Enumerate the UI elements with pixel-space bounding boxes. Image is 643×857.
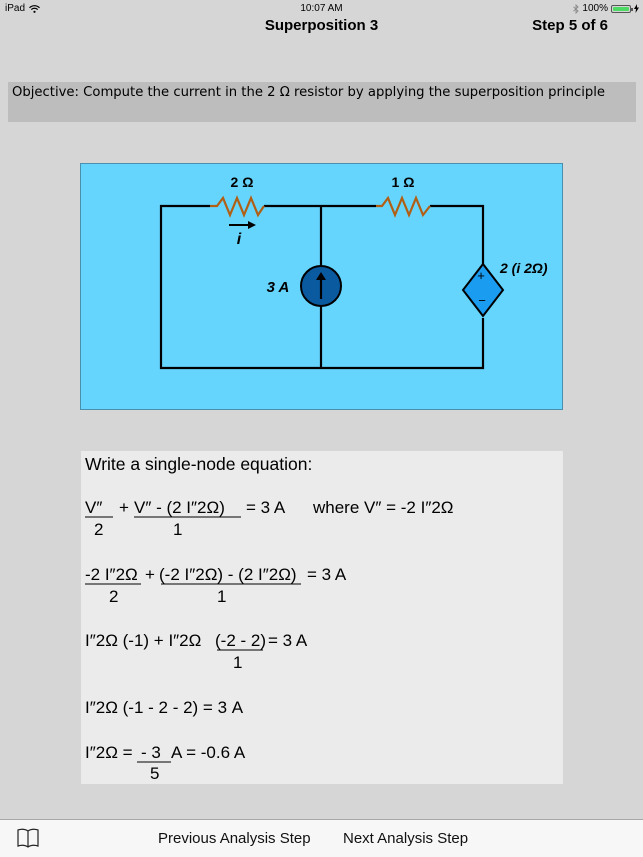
status-bar: iPad 10:07 AM 100% [0,0,643,18]
eq2-num2: (-2 I″2Ω) - (2 I″2Ω) [159,565,297,584]
step-indicator: Step 5 of 6 [532,17,608,34]
charging-icon [634,4,639,13]
current-source-label: 3 A [267,279,290,296]
eq2-num1: -2 I″2Ω [85,565,138,584]
equation-1: V″ 2 + V″ - (2 I″2Ω) 1 = 3 A where V″ = … [85,498,454,539]
eq1-plus: + [119,498,129,517]
eq5-num: - 3 [141,743,161,762]
next-step-button[interactable]: Next Analysis Step [343,830,468,847]
eq2-den2: 1 [217,587,226,606]
eq3-den: 1 [233,653,242,672]
equation-5: I″2Ω = - 3 5 A = -0.6 A [85,743,246,783]
book-icon[interactable] [16,828,40,848]
equations-svg: V″ 2 + V″ - (2 I″2Ω) 1 = 3 A where V″ = … [85,498,454,783]
equations-panel: Write a single-node equation: V″ 2 + V″ … [81,451,563,784]
current-source [300,265,342,307]
eq3-lhs: I″2Ω (-1) + I″2Ω [85,631,201,650]
battery-icon [611,4,633,13]
resistor-1ohm-label: 1 Ω [392,174,415,190]
eq3-rhs: = 3 A [268,631,308,650]
objective-text: Objective: Compute the current in the 2 … [8,82,636,122]
equation-2: -2 I″2Ω 2 + (-2 I″2Ω) - (2 I″2Ω) 1 = 3 A [85,565,347,606]
circuit-diagram: 2 Ω 1 Ω i 3 A + − 2 (i 2Ω) [80,163,563,410]
eq1-num2: V″ - (2 I″2Ω) [134,498,225,517]
eq1-num1: V″ [85,498,102,517]
eq1-where: where V″ = -2 I″2Ω [312,498,454,517]
battery-fill [613,6,629,11]
eq5-lhs: I″2Ω = [85,743,133,762]
equation-4: I″2Ω (-1 - 2 - 2) = 3 A [85,698,244,717]
eq5-den: 5 [150,764,159,783]
eq1-den1: 2 [94,520,103,539]
bluetooth-icon [573,3,580,14]
status-time: 10:07 AM [300,3,343,14]
resistor-2ohm-label: 2 Ω [231,174,254,190]
eq2-den1: 2 [109,587,118,606]
dep-minus-sign: − [478,293,486,308]
eq2-rhs: = 3 A [307,565,347,584]
status-right: 100% [573,3,639,14]
equation-3: I″2Ω (-1) + I″2Ω (-2 - 2) 1 = 3 A [85,631,308,672]
dependent-source-label: 2 (i 2Ω) [499,260,548,276]
eq5-rhs: A = -0.6 A [171,743,246,762]
battery-percent: 100% [582,3,608,14]
eq1-den2: 1 [173,520,182,539]
eq2-plus: + [145,565,155,584]
eq1-rhs: = 3 A [246,498,286,517]
dep-plus-sign: + [477,268,485,283]
previous-step-button[interactable]: Previous Analysis Step [158,830,311,847]
bottom-toolbar: Previous Analysis Step Next Analysis Ste… [0,819,643,857]
eq3-num: (-2 - 2) [215,631,266,650]
current-label: i [237,231,242,248]
